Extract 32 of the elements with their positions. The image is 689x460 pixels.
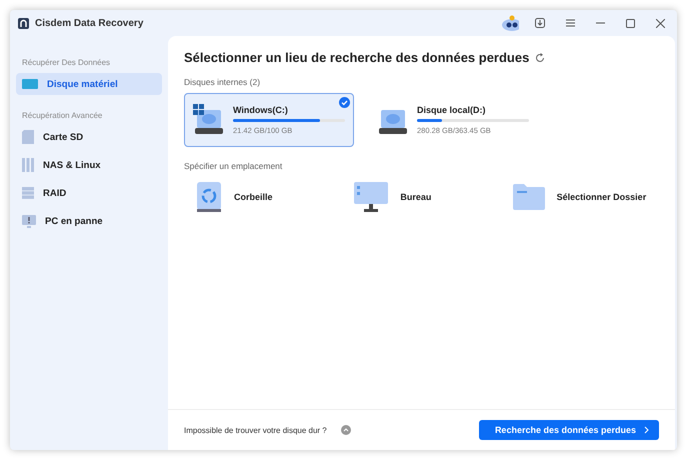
location-label[interactable]: Sélectionner Dossier (556, 192, 646, 202)
disk-name: Disque local(D:) (417, 105, 487, 115)
sidebar-item[interactable]: Carte SD (16, 126, 162, 148)
server-stack-icon (22, 187, 34, 199)
search-button[interactable]: Recherche des données perdues (478, 420, 659, 440)
page-title: Sélectionner un lieu de recherche des données perdues (184, 50, 530, 65)
section-heading: Disques internes (2) (184, 77, 262, 87)
app-logo-icon (18, 18, 29, 28)
sidebar-heading: Récupération Avancée (21, 110, 104, 122)
sidebar-item[interactable]: PC en panne (16, 210, 162, 232)
disk-name: Windows(C:) (233, 105, 289, 115)
sidebar-item[interactable]: RAID (16, 182, 162, 204)
drive-icon (22, 79, 38, 89)
location-label[interactable]: Corbeille (234, 192, 273, 202)
sidebar-item[interactable]: Disque matériel (16, 73, 162, 95)
recycle-bin-icon (196, 182, 222, 212)
monitor-icon (354, 182, 388, 212)
window-title: Cisdem Data Recovery (35, 18, 144, 28)
sidebar-item[interactable]: NAS & Linux (16, 154, 162, 176)
monitor-warning-icon (22, 214, 36, 228)
cloud-badge-icon[interactable] (501, 14, 519, 32)
folder-icon (512, 184, 545, 210)
section-heading: Spécifier un emplacement (184, 161, 284, 171)
location-label[interactable]: Bureau (400, 192, 432, 202)
sd-card-icon (22, 130, 34, 144)
sidebar-heading: Récupérer Des Données (21, 57, 112, 69)
refresh-icon[interactable] (535, 52, 546, 62)
help-text: Impossible de trouver votre disque dur ? (184, 426, 327, 434)
chevron-icon (644, 426, 649, 434)
check-icon (339, 97, 350, 108)
server-icon (22, 158, 34, 172)
expand-icon[interactable] (340, 425, 351, 435)
